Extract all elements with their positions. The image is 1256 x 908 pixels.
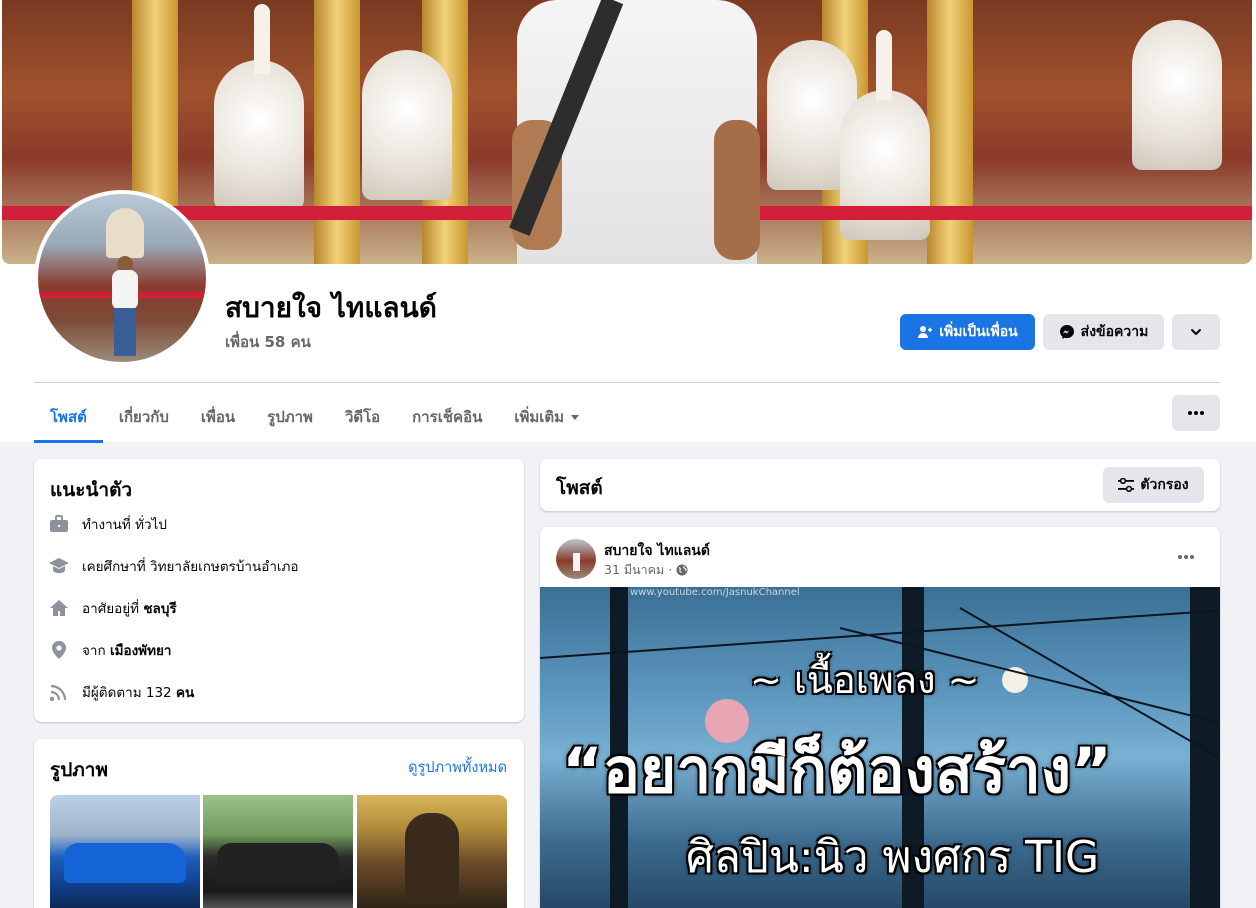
filter-label: ตัวกรอง [1140,477,1189,493]
intro-work-prefix: ทำงานที่ [82,517,131,533]
tab-more[interactable]: เพิ่มเติม [498,393,596,441]
message-button[interactable]: ส่งข้อความ [1043,314,1164,350]
cover-stupa [214,60,304,210]
home-icon [48,597,70,619]
cover-person-arm [714,120,760,260]
filter-button[interactable]: ตัวกรอง [1103,467,1204,503]
see-all-photos-link[interactable]: ดูรูปภาพทั้งหมด [408,756,507,779]
avatar-person-legs [114,308,136,356]
profile-tabs: โพสต์ เกี่ยวกับ เพื่อน รูปภาพ วิดีโอ การ… [34,393,596,443]
posts-title: โพสต์ [556,477,603,499]
tab-about[interactable]: เกี่ยวกับ [103,393,185,441]
cover-stupa-spire [876,30,892,100]
cover-pillar [314,0,360,264]
intro-from-value[interactable]: เมืองพัทยา [110,643,172,659]
tab-friends[interactable]: เพื่อน [185,393,251,441]
location-pin-icon [48,639,70,661]
add-friend-icon [917,324,933,340]
intro-lives: อาศัยอยู่ที่ ชลบุรี [48,597,177,619]
intro-work: ทำงานที่ ทั่วไป [48,513,167,535]
cover-stupa [1132,20,1222,170]
photo-car [217,843,339,883]
image-watermark: www.youtube.com/JasnukChannel [630,587,800,598]
photo-figure [405,813,459,903]
posts-header-card: โพสต์ ตัวกรอง [540,459,1220,511]
intro-education-prefix: เคยศึกษาที่ [82,559,146,575]
intro-education: เคยศึกษาที่ วิทยาลัยเกษตรบ้านอำเภอ [48,555,299,577]
cover-stupa [362,50,452,200]
filter-icon [1118,478,1135,492]
tab-checkins[interactable]: การเช็คอิน [396,393,498,441]
intro-work-value[interactable]: ทั่วไป [135,517,167,533]
profile-header: สบายใจ ไทแลนด์ เพื่อน 58 คน เพิ่มเป็นเพื… [0,0,1256,443]
intro-education-value[interactable]: วิทยาลัยเกษตรบ้านอำเภอ [150,559,299,575]
graduation-cap-icon [48,555,70,577]
post-date[interactable]: 31 มีนาคม · [604,560,672,580]
message-label: ส่งข้อความ [1080,324,1149,340]
intro-card: แนะนำตัว ทำงานที่ ทั่วไป เคยศึกษาที่ วิท… [34,459,524,722]
more-dots-icon [1178,555,1194,559]
photo-thumbnail[interactable] [203,795,353,908]
post-meta: 31 มีนาคม · [604,560,688,580]
post-options-button[interactable] [1168,543,1204,571]
friend-count[interactable]: เพื่อน 58 คน [225,330,311,354]
post-image[interactable]: www.youtube.com/JasnukChannel ~ เนื้อเพล… [540,587,1220,908]
profile-avatar[interactable] [34,190,210,366]
intro-lives-value[interactable]: ชลบุรี [143,601,176,617]
intro-from: จาก เมืองพัทยา [48,639,171,661]
header-divider [34,382,1220,383]
intro-lives-prefix: อาศัยอยู่ที่ [82,601,140,617]
tabs-more-options-button[interactable] [1172,395,1220,431]
photo-thumbnail[interactable] [357,795,507,908]
profile-more-button[interactable] [1172,314,1220,350]
avatar-person-body [112,270,138,310]
followers-icon [48,681,70,703]
photos-title: รูปภาพ [50,759,108,781]
briefcase-icon [48,513,70,535]
intro-title: แนะนำตัว [50,479,133,501]
post-author-avatar[interactable] [556,539,596,579]
cover-stupa-spire [254,4,270,74]
avatar-spire [106,208,144,258]
tab-videos[interactable]: วิดีโอ [329,393,396,441]
globe-icon [676,564,688,576]
cover-pillar [927,0,973,264]
photo-car [64,843,186,883]
messenger-icon [1059,324,1075,340]
image-caption-line-3: ศิลปิน:นิว พงศกร TIG [686,832,1100,883]
post-card: สบายใจ ไทแลนด์ 31 มีนาคม · www.youtube.c… [540,527,1220,908]
intro-followers-value: คน [175,685,195,701]
caret-down-icon [570,412,580,422]
tab-photos[interactable]: รูปภาพ [251,393,329,441]
photos-card: รูปภาพ ดูรูปภาพทั้งหมด [34,739,524,908]
profile-name: สบายใจ ไทแลนด์ [225,291,437,324]
add-friend-button[interactable]: เพิ่มเป็นเพื่อน [900,314,1035,350]
chevron-down-icon [1189,325,1203,339]
post-author-name[interactable]: สบายใจ ไทแลนด์ [604,540,710,562]
tab-more-label: เพิ่มเติม [514,408,565,426]
image-caption-line-2: “อยากมีก็ต้องสร้าง” [562,734,1112,807]
photo-thumbnail[interactable] [50,795,200,908]
add-friend-label: เพิ่มเป็นเพื่อน [939,324,1018,340]
intro-from-prefix: จาก [82,643,106,659]
image-caption-line-1: ~ เนื้อเพลง ~ [750,658,980,702]
intro-followers: มีผู้ติดตาม 132 คน [48,681,194,703]
tab-posts[interactable]: โพสต์ [34,393,103,443]
intro-followers-prefix: มีผู้ติดตาม 132 [82,685,172,701]
more-dots-icon [1188,411,1204,415]
